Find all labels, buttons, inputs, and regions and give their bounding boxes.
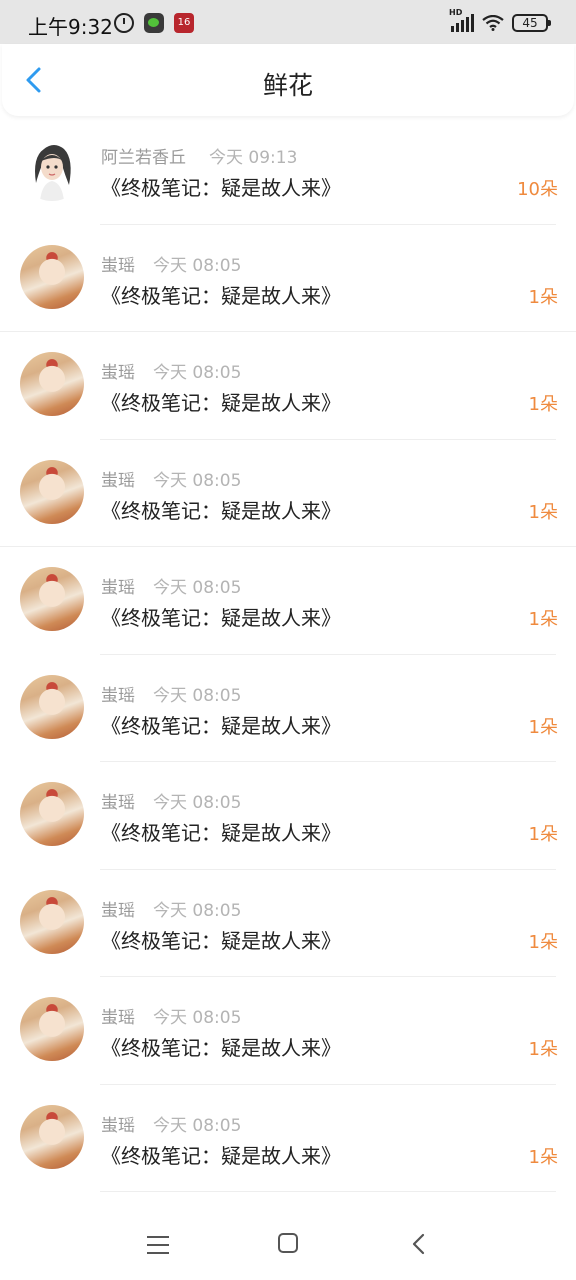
divider [100,1191,556,1192]
send-time: 今天 08:05 [153,900,242,921]
list-item[interactable]: 蚩瑶 今天 08:05 《终极笔记：疑是故人来》 1朵 [0,440,576,547]
book-title: 《终极笔记：疑是故人来》 [101,821,341,845]
flower-count: 1朵 [528,394,558,415]
send-time: 今天 08:05 [153,1115,242,1136]
notification-icons: 16 [114,13,194,33]
list-item[interactable]: 蚩瑶 今天 08:05 《终极笔记：疑是故人来》 1朵 [0,870,576,977]
sender-name: 蚩瑶 [101,793,135,813]
avatar[interactable] [20,244,84,309]
book-title: 《终极笔记：疑是故人来》 [101,1036,341,1060]
sender-name: 蚩瑶 [101,1115,135,1136]
avatar[interactable] [20,1104,84,1169]
alarm-icon [114,13,134,33]
list-item[interactable]: 蚩瑶 今天 08:05 《终极笔记：疑是故人来》 1朵 [0,762,576,870]
book-title: 《终极笔记：疑是故人来》 [101,928,341,953]
top-bar: 鲜花 [2,44,574,116]
flower-count: 1朵 [528,609,558,630]
signal-icon: HD [449,8,474,32]
flower-count: 1朵 [528,1039,558,1060]
avatar[interactable] [20,567,84,631]
flower-count: 1朵 [528,1146,558,1168]
send-time: 今天 08:05 [153,363,242,383]
book-title: 《终极笔记：疑是故人来》 [101,1143,341,1168]
list-item[interactable]: 阿兰若香丘 今天 09:13 《终极笔记：疑是故人来》 10朵 [0,117,576,225]
flower-count: 1朵 [528,286,558,308]
send-time: 今天 08:05 [153,1008,242,1028]
avatar[interactable] [20,997,84,1061]
list-item[interactable]: 蚩瑶 今天 08:05 《终极笔记：疑是故人来》 1朵 [0,547,576,655]
app-badge-icon: 16 [174,13,194,33]
avatar[interactable] [20,674,84,739]
system-icons: HD 45 [449,8,551,32]
status-bar: 上午9:32 16 HD 45 [0,0,576,44]
list-item[interactable]: 蚩瑶 今天 08:05 《终极笔记：疑是故人来》 1朵 [0,332,576,440]
book-title: 《终极笔记：疑是故人来》 [101,606,341,630]
status-time: 上午9:32 [28,15,113,39]
book-title: 《终极笔记：疑是故人来》 [101,498,341,523]
flower-count: 10朵 [517,179,558,200]
flower-count: 1朵 [528,716,558,738]
book-title: 《终极笔记：疑是故人来》 [101,391,341,415]
book-title: 《终极笔记：疑是故人来》 [101,176,341,200]
flower-count: 1朵 [528,824,558,845]
battery-icon: 45 [512,14,551,32]
send-time: 今天 08:05 [153,578,242,598]
list-item[interactable]: 蚩瑶 今天 08:05 《终极笔记：疑是故人来》 1朵 [0,655,576,762]
flower-count: 1朵 [528,501,558,523]
sender-name: 蚩瑶 [101,900,135,921]
wifi-icon [482,14,504,31]
hd-label: HD [449,8,463,17]
send-time: 今天 09:13 [209,148,298,168]
flower-list: 阿兰若香丘 今天 09:13 《终极笔记：疑是故人来》 10朵 蚩瑶 今天 08… [0,117,576,1192]
back-icon[interactable] [410,1233,428,1255]
avatar[interactable] [20,459,84,524]
sender-name: 蚩瑶 [101,578,135,598]
flower-count: 1朵 [528,931,558,953]
page-title: 鲜花 [262,71,313,100]
send-time: 今天 08:05 [153,470,242,491]
book-title: 《终极笔记：疑是故人来》 [101,713,341,738]
send-time: 今天 08:05 [153,685,242,706]
avatar[interactable] [20,137,84,201]
avatar[interactable] [20,782,84,846]
list-item[interactable]: 蚩瑶 今天 08:05 《终极笔记：疑是故人来》 1朵 [0,225,576,332]
avatar[interactable] [20,889,84,954]
list-item[interactable]: 蚩瑶 今天 08:05 《终极笔记：疑是故人来》 1朵 [0,1085,576,1192]
wechat-icon [144,13,164,33]
send-time: 今天 08:05 [153,255,242,276]
sender-name: 蚩瑶 [101,255,135,276]
recent-apps-icon[interactable] [147,1236,169,1254]
sender-name: 蚩瑶 [101,470,135,491]
sender-name: 蚩瑶 [101,1008,135,1028]
sender-name: 蚩瑶 [101,363,135,383]
book-title: 《终极笔记：疑是故人来》 [101,283,341,308]
send-time: 今天 08:05 [153,793,242,813]
system-nav-bar [0,1208,576,1280]
home-icon[interactable] [278,1233,298,1253]
sender-name: 阿兰若香丘 [101,148,186,168]
avatar[interactable] [20,352,84,416]
sender-name: 蚩瑶 [101,685,135,706]
list-item[interactable]: 蚩瑶 今天 08:05 《终极笔记：疑是故人来》 1朵 [0,977,576,1085]
